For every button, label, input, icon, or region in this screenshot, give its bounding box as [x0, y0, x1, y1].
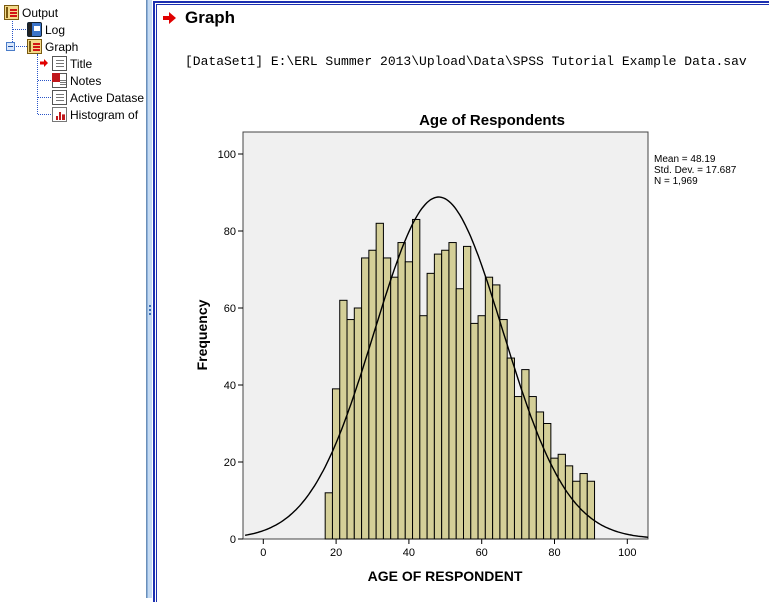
x-tick-label: 40	[403, 547, 415, 559]
stats-line: Mean = 48.19	[654, 154, 716, 165]
y-tick-label: 40	[224, 380, 236, 392]
histogram-bar	[441, 249, 450, 540]
histogram-bar	[397, 242, 406, 540]
histogram-bar	[331, 388, 341, 540]
histogram-bar	[433, 253, 443, 540]
histogram-bar	[455, 288, 465, 540]
histogram-bar	[564, 465, 574, 540]
histogram-bar	[419, 315, 428, 540]
histogram-bar	[586, 480, 596, 540]
histogram-bar	[513, 396, 523, 540]
x-tick-label: 0	[260, 547, 266, 559]
stats-line: N = 1,969	[654, 176, 698, 187]
y-axis: 0 20 40 60 80 100	[218, 149, 243, 546]
y-axis-label: Frequency	[194, 299, 210, 370]
histogram-bar	[390, 276, 399, 540]
stats-legend: Mean = 48.19Std. Dev. = 17.687N = 1,969	[654, 154, 737, 187]
y-tick-label: 100	[218, 149, 236, 161]
histogram-bar	[535, 411, 545, 540]
x-axis-label: AGE OF RESPONDENT	[368, 568, 523, 584]
y-tick-label: 80	[224, 226, 236, 238]
histogram-bar	[346, 319, 355, 540]
histogram-bar	[361, 257, 370, 540]
chart-title: Age of Respondents	[419, 112, 565, 129]
histogram-bar	[324, 492, 333, 540]
histogram-bar	[477, 315, 486, 540]
stats-line: Std. Dev. = 17.687	[654, 165, 737, 176]
y-tick-label: 20	[224, 457, 236, 469]
histogram-bar	[543, 423, 552, 540]
histogram-bar	[492, 284, 501, 540]
y-tick-label: 0	[230, 534, 236, 546]
histogram-chart[interactable]: Age of Respondents 0 20 40 60 80 100 0 20 40 60 8…	[0, 0, 769, 598]
x-axis: 0 20 40 60 80 100	[260, 539, 636, 559]
histogram-bar	[499, 319, 508, 540]
x-tick-label: 80	[548, 547, 560, 559]
y-tick-label: 60	[224, 303, 236, 315]
histogram-bar	[368, 249, 377, 540]
histogram-bar	[579, 473, 588, 540]
histogram-bar	[448, 242, 457, 540]
histogram-bar	[412, 218, 421, 540]
histogram-bar	[484, 276, 494, 540]
histogram-bar	[426, 272, 435, 540]
histogram-bar	[528, 396, 537, 540]
histogram-bar	[375, 222, 384, 540]
histogram-bar	[506, 357, 515, 540]
histogram-bar	[353, 307, 363, 540]
histogram-bar	[470, 322, 479, 540]
histogram-bar	[463, 245, 472, 540]
x-tick-label: 100	[618, 547, 636, 559]
histogram-bar	[572, 480, 581, 540]
x-tick-label: 20	[330, 547, 342, 559]
histogram-bar	[557, 453, 566, 540]
histogram-bar	[404, 261, 414, 540]
x-tick-label: 60	[476, 547, 488, 559]
